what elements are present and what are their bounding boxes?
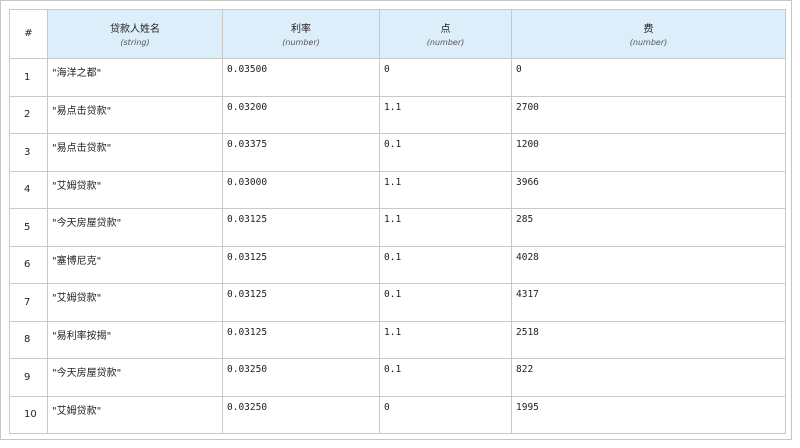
cell-rate[interactable]: 0.03000 — [222, 170, 380, 209]
row-index: 8 — [9, 320, 48, 359]
cell-points[interactable]: 1.1 — [379, 170, 512, 209]
row-index: 3 — [9, 133, 48, 172]
column-type: (number) — [426, 38, 465, 47]
row-index: 9 — [9, 358, 48, 397]
cell-lender[interactable]: "艾姆贷款" — [47, 283, 223, 322]
cell-lender[interactable]: "易点击贷款" — [47, 95, 223, 134]
table-row[interactable]: 2 "易点击贷款" 0.03200 1.1 2700 — [9, 95, 786, 134]
column-name: 利率 — [291, 24, 311, 35]
cell-rate[interactable]: 0.03250 — [222, 358, 380, 397]
table-row[interactable]: 9 "今天房屋贷款" 0.03250 0.1 822 — [9, 358, 786, 397]
cell-lender[interactable]: "艾姆贷款" — [47, 395, 223, 434]
cell-points[interactable]: 0.1 — [379, 283, 512, 322]
cell-fee[interactable]: 285 — [511, 208, 786, 247]
cell-rate[interactable]: 0.03125 — [222, 283, 380, 322]
cell-rate[interactable]: 0.03125 — [222, 320, 380, 359]
data-table-panel: # 贷款人姓名 (string) 利率 (number) 点 (number) … — [0, 0, 792, 440]
index-header-label: # — [24, 28, 33, 39]
column-type: (number) — [629, 38, 668, 47]
cell-points[interactable]: 0.1 — [379, 358, 512, 397]
column-name: 费 — [643, 24, 654, 35]
column-type: (string) — [120, 38, 150, 47]
cell-rate[interactable]: 0.03125 — [222, 208, 380, 247]
cell-fee[interactable]: 1995 — [511, 395, 786, 434]
cell-fee[interactable]: 4317 — [511, 283, 786, 322]
cell-rate[interactable]: 0.03200 — [222, 95, 380, 134]
row-index: 7 — [9, 283, 48, 322]
column-name: 贷款人姓名 — [110, 24, 160, 35]
cell-lender[interactable]: "今天房屋贷款" — [47, 358, 223, 397]
cell-fee[interactable]: 2700 — [511, 95, 786, 134]
column-header-fee[interactable]: 费 (number) — [511, 9, 786, 59]
cell-lender[interactable]: "易利率按揭" — [47, 320, 223, 359]
cell-fee[interactable]: 4028 — [511, 245, 786, 284]
column-header-rate[interactable]: 利率 (number) — [222, 9, 380, 59]
row-index: 2 — [9, 95, 48, 134]
column-name: 点 — [440, 24, 451, 35]
cell-points[interactable]: 1.1 — [379, 208, 512, 247]
cell-fee[interactable]: 0 — [511, 58, 786, 97]
table-row[interactable]: 8 "易利率按揭" 0.03125 1.1 2518 — [9, 320, 786, 359]
column-header-points[interactable]: 点 (number) — [379, 9, 512, 59]
cell-rate[interactable]: 0.03375 — [222, 133, 380, 172]
cell-points[interactable]: 0.1 — [379, 133, 512, 172]
table-header-row: # 贷款人姓名 (string) 利率 (number) 点 (number) … — [9, 9, 786, 59]
table-row[interactable]: 7 "艾姆贷款" 0.03125 0.1 4317 — [9, 283, 786, 322]
cell-points[interactable]: 1.1 — [379, 95, 512, 134]
table-row[interactable]: 6 "塞博尼克" 0.03125 0.1 4028 — [9, 245, 786, 284]
table-row[interactable]: 3 "易点击贷款" 0.03375 0.1 1200 — [9, 133, 786, 172]
cell-lender[interactable]: "艾姆贷款" — [47, 170, 223, 209]
table-row[interactable]: 10 "艾姆贷款" 0.03250 0 1995 — [9, 395, 786, 434]
index-column-header[interactable]: # — [9, 9, 48, 59]
cell-lender[interactable]: "易点击贷款" — [47, 133, 223, 172]
cell-rate[interactable]: 0.03125 — [222, 245, 380, 284]
cell-lender[interactable]: "海洋之都" — [47, 58, 223, 97]
row-index: 5 — [9, 208, 48, 247]
column-type: (number) — [282, 38, 320, 47]
table-row[interactable]: 5 "今天房屋贷款" 0.03125 1.1 285 — [9, 208, 786, 247]
cell-rate[interactable]: 0.03250 — [222, 395, 380, 434]
row-index: 10 — [9, 395, 48, 434]
row-index: 1 — [9, 58, 48, 97]
row-index: 6 — [9, 245, 48, 284]
cell-points[interactable]: 0 — [379, 58, 512, 97]
cell-fee[interactable]: 3966 — [511, 170, 786, 209]
cell-rate[interactable]: 0.03500 — [222, 58, 380, 97]
cell-points[interactable]: 0 — [379, 395, 512, 434]
cell-lender[interactable]: "今天房屋贷款" — [47, 208, 223, 247]
table-row[interactable]: 4 "艾姆贷款" 0.03000 1.1 3966 — [9, 170, 786, 209]
cell-fee[interactable]: 1200 — [511, 133, 786, 172]
column-header-lender[interactable]: 贷款人姓名 (string) — [47, 9, 223, 59]
table-row[interactable]: 1 "海洋之都" 0.03500 0 0 — [9, 58, 786, 97]
row-index: 4 — [9, 170, 48, 209]
cell-fee[interactable]: 822 — [511, 358, 786, 397]
cell-lender[interactable]: "塞博尼克" — [47, 245, 223, 284]
cell-points[interactable]: 0.1 — [379, 245, 512, 284]
data-table: # 贷款人姓名 (string) 利率 (number) 点 (number) … — [9, 9, 786, 434]
cell-fee[interactable]: 2518 — [511, 320, 786, 359]
cell-points[interactable]: 1.1 — [379, 320, 512, 359]
